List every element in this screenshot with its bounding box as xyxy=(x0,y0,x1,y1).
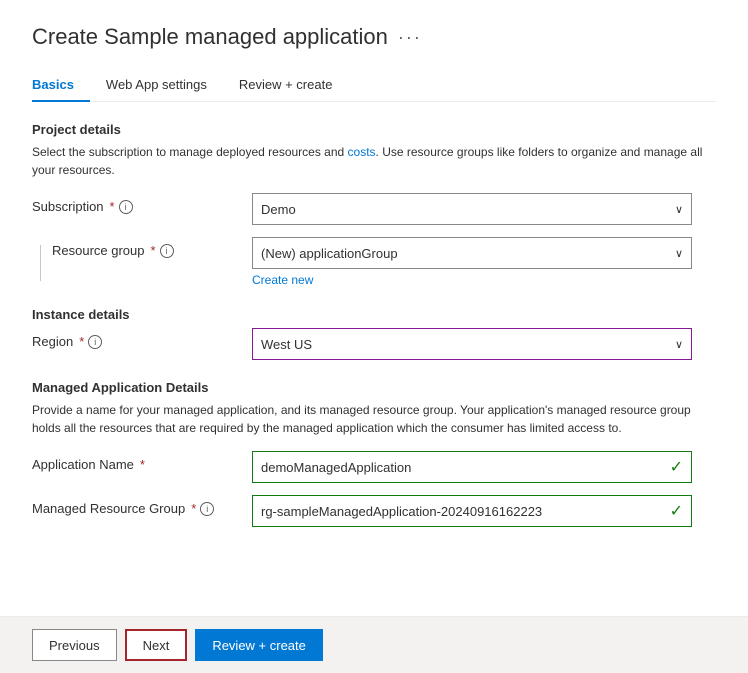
subscription-control-wrapper: Demo ∨ xyxy=(252,193,716,225)
managed-resource-group-label: Managed Resource Group * i xyxy=(32,495,252,516)
managed-resource-group-valid-icon: ✓ xyxy=(670,501,683,521)
subscription-required: * xyxy=(110,199,115,214)
region-info-icon[interactable]: i xyxy=(88,335,102,349)
project-details-desc: Select the subscription to manage deploy… xyxy=(32,143,716,179)
resource-group-info-icon[interactable]: i xyxy=(160,244,174,258)
subscription-row: Subscription * i Demo ∨ xyxy=(32,193,716,225)
managed-resource-group-required: * xyxy=(191,501,196,516)
resource-group-label: Resource group * i xyxy=(48,237,268,258)
previous-button[interactable]: Previous xyxy=(32,629,117,661)
managed-resource-group-row: Managed Resource Group * i rg-sampleMana… xyxy=(32,495,716,527)
application-name-required: * xyxy=(140,457,145,472)
application-name-valid-icon: ✓ xyxy=(670,457,683,477)
page-title-text: Create Sample managed application xyxy=(32,24,388,50)
region-control-wrapper: West US ∨ xyxy=(252,328,716,360)
managed-resource-group-value: rg-sampleManagedApplication-202409161622… xyxy=(261,504,542,519)
page-title: Create Sample managed application ··· xyxy=(32,24,716,50)
region-required: * xyxy=(79,334,84,349)
tab-review-create[interactable]: Review + create xyxy=(239,69,349,102)
section-project-details: Project details xyxy=(32,122,716,137)
application-name-input[interactable]: demoManagedApplication ✓ xyxy=(252,451,692,483)
subscription-label: Subscription * i xyxy=(32,193,252,214)
region-value: West US xyxy=(261,337,312,352)
section-managed-app-details: Managed Application Details xyxy=(32,380,716,395)
indent-connector xyxy=(32,237,48,281)
resource-group-select[interactable]: (New) applicationGroup ∨ xyxy=(252,237,692,269)
costs-link[interactable]: costs xyxy=(348,145,376,159)
next-button[interactable]: Next xyxy=(125,629,188,661)
managed-resource-group-control-wrapper: rg-sampleManagedApplication-202409161622… xyxy=(252,495,716,527)
resource-group-control-wrapper: (New) applicationGroup ∨ Create new xyxy=(252,237,716,287)
managed-resource-group-input[interactable]: rg-sampleManagedApplication-202409161622… xyxy=(252,495,692,527)
region-arrow-icon: ∨ xyxy=(675,338,683,351)
resource-group-required: * xyxy=(151,243,156,258)
region-label: Region * i xyxy=(32,328,252,349)
page-title-ellipsis[interactable]: ··· xyxy=(398,27,422,48)
application-name-value: demoManagedApplication xyxy=(261,460,411,475)
tab-bar: Basics Web App settings Review + create xyxy=(32,68,716,102)
resource-group-arrow-icon: ∨ xyxy=(675,247,683,260)
application-name-label: Application Name * xyxy=(32,451,252,472)
managed-resource-group-info-icon[interactable]: i xyxy=(200,502,214,516)
resource-group-row: Resource group * i (New) applicationGrou… xyxy=(32,237,716,287)
review-create-button[interactable]: Review + create xyxy=(195,629,323,661)
tab-basics[interactable]: Basics xyxy=(32,69,90,102)
footer: Previous Next Review + create xyxy=(0,616,748,673)
region-row: Region * i West US ∨ xyxy=(32,328,716,360)
subscription-info-icon[interactable]: i xyxy=(119,200,133,214)
managed-app-details-desc: Provide a name for your managed applicat… xyxy=(32,401,716,437)
create-new-link[interactable]: Create new xyxy=(252,273,313,287)
subscription-select[interactable]: Demo ∨ xyxy=(252,193,692,225)
application-name-row: Application Name * demoManagedApplicatio… xyxy=(32,451,716,483)
tab-webapp-settings[interactable]: Web App settings xyxy=(106,69,223,102)
subscription-arrow-icon: ∨ xyxy=(675,203,683,216)
subscription-value: Demo xyxy=(261,202,296,217)
resource-group-value: (New) applicationGroup xyxy=(261,246,398,261)
section-instance-details: Instance details xyxy=(32,307,716,322)
application-name-control-wrapper: demoManagedApplication ✓ xyxy=(252,451,716,483)
region-select[interactable]: West US ∨ xyxy=(252,328,692,360)
